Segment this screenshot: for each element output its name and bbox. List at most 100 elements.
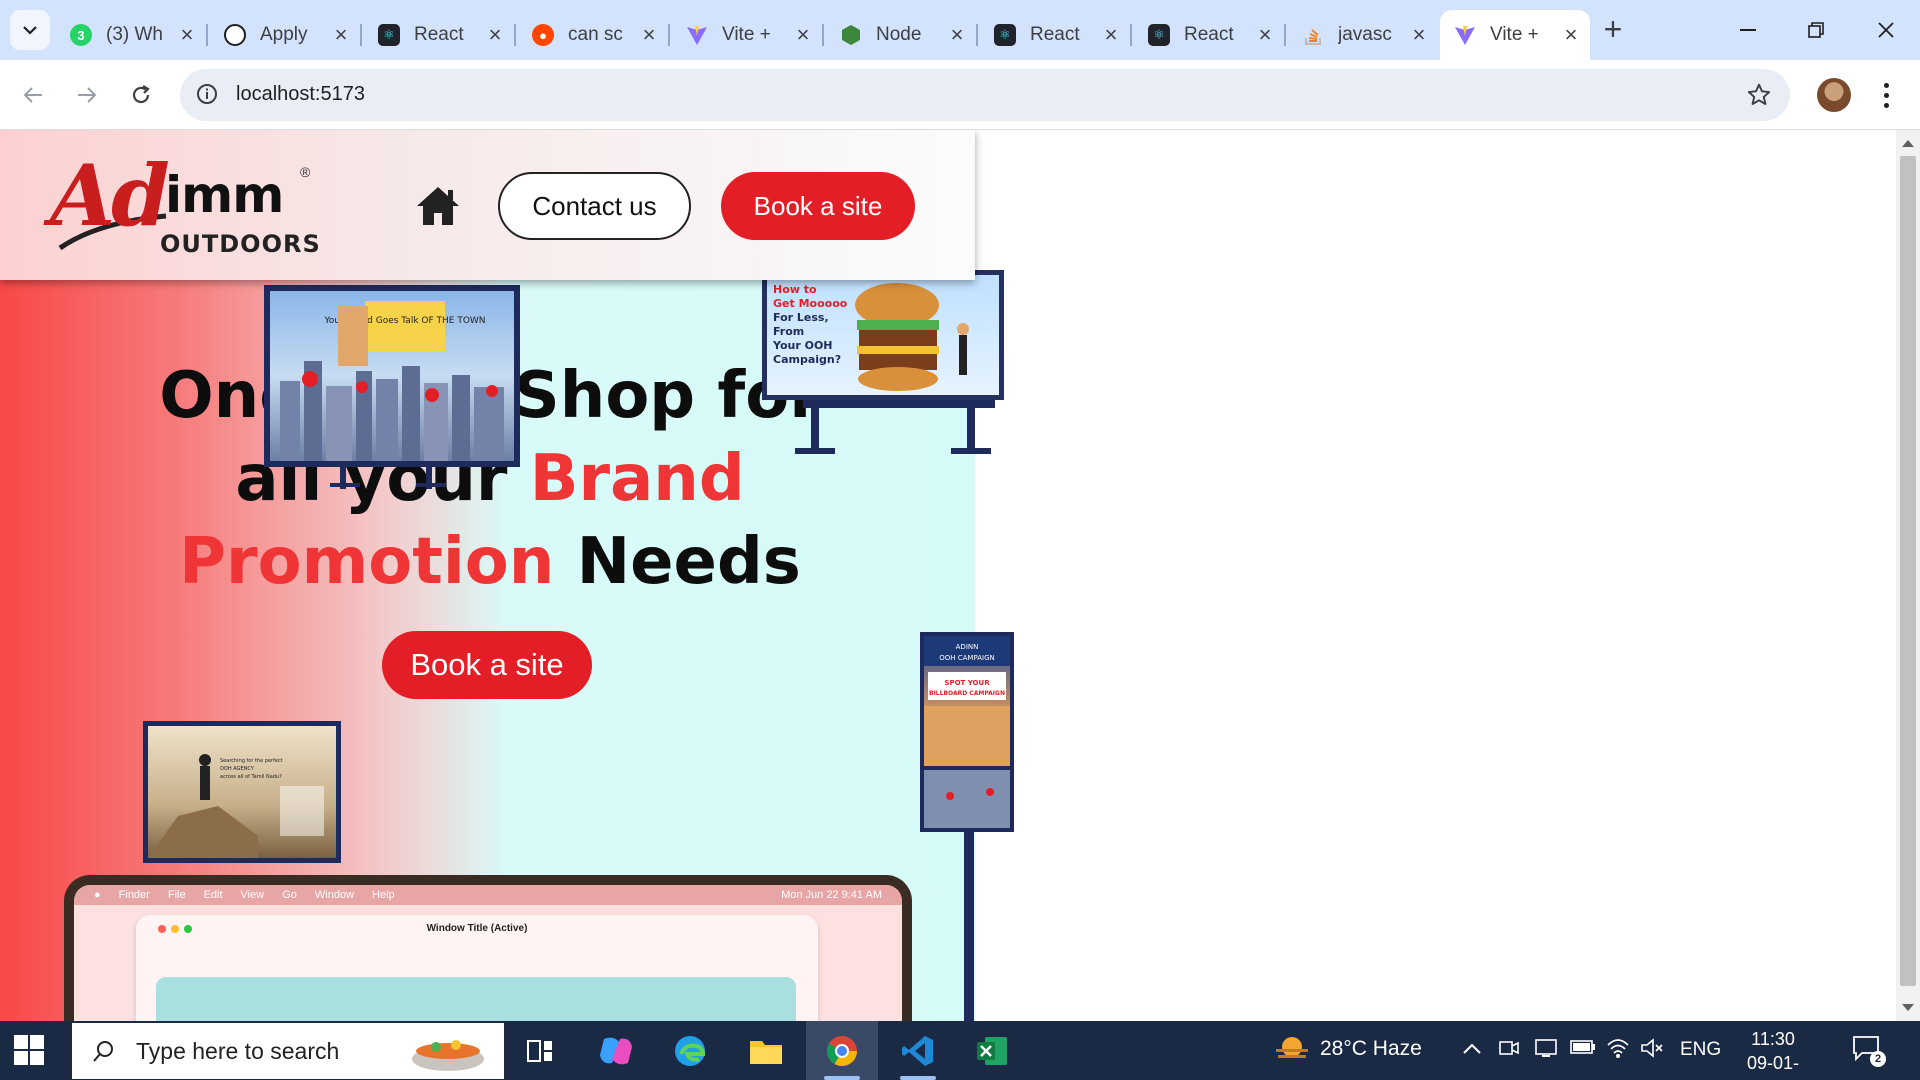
minimize-icon [1740, 29, 1756, 31]
windows-taskbar: Type here to search 28°C Haze ENG 11:30 … [0, 1021, 1920, 1080]
file-explorer-icon[interactable] [746, 1031, 786, 1071]
svg-text:BILLBOARD CAMPAIGN: BILLBOARD CAMPAIGN [929, 690, 1005, 697]
display-icon[interactable] [1534, 1037, 1558, 1065]
tab-label: React [1030, 24, 1080, 45]
search-icon [93, 1041, 113, 1062]
minimize-button[interactable] [1718, 8, 1778, 52]
tab-node[interactable]: Node × [826, 10, 978, 60]
adinn-logo[interactable]: Ad imm ® OUTDOORS [50, 146, 320, 262]
browser-menu-button[interactable] [1874, 78, 1898, 112]
close-tab-icon[interactable]: × [638, 24, 660, 46]
tab-label: Vite + [1490, 24, 1539, 45]
edge-icon[interactable] [670, 1031, 710, 1071]
reddit-icon: ● [532, 24, 554, 46]
copilot-icon[interactable] [596, 1031, 636, 1071]
scroll-down-arrow-icon[interactable] [1902, 1004, 1914, 1011]
tab-label: Apply [260, 24, 308, 45]
mock-app-window: Window Title (Active) [136, 915, 818, 1021]
close-tab-icon[interactable]: × [1560, 24, 1582, 46]
close-tab-icon[interactable]: × [484, 24, 506, 46]
arrow-left-icon [23, 87, 42, 103]
notification-center-icon[interactable]: 2 [1852, 1035, 1886, 1067]
react-icon: ⚛ [378, 24, 400, 46]
chrome-icon[interactable] [822, 1031, 862, 1071]
weather-widget[interactable]: 28°C Haze [1274, 1035, 1422, 1063]
tab-stackoverflow[interactable]: javasc × [1288, 10, 1438, 60]
taskbar-search[interactable]: Type here to search [72, 1023, 504, 1079]
billboard-city: Your brand Goes Talk OF THE TOWN [264, 285, 520, 467]
restore-button[interactable] [1786, 8, 1846, 52]
scroll-up-arrow-icon[interactable] [1902, 140, 1914, 147]
billboard-explorer: Searching for the perfect OOH AGENCY acr… [143, 721, 341, 863]
reload-button[interactable] [122, 76, 160, 114]
tab-label: (3) Wh [106, 24, 163, 45]
scrollbar-thumb[interactable] [1900, 156, 1916, 986]
volume-muted-icon[interactable] [1640, 1037, 1664, 1065]
close-tab-icon[interactable]: × [1254, 24, 1276, 46]
close-window-button[interactable] [1856, 8, 1916, 52]
vscode-icon[interactable] [898, 1031, 938, 1071]
close-tab-icon[interactable]: × [1100, 24, 1122, 46]
site-header: Ad imm ® OUTDOORS Contact us Book a site [0, 130, 975, 280]
food-bowl-icon [412, 1040, 484, 1071]
new-tab-button[interactable]: + [1596, 13, 1630, 48]
site-info-icon[interactable] [196, 83, 218, 105]
address-bar[interactable]: localhost:5173 [180, 69, 1790, 121]
close-tab-icon[interactable]: × [1408, 24, 1430, 46]
reload-icon [132, 85, 150, 104]
battery-icon[interactable] [1570, 1039, 1596, 1061]
apple-icon: ● [94, 889, 101, 901]
arrow-right-icon [78, 87, 97, 103]
svg-text:OOH CAMPAIGN: OOH CAMPAIGN [939, 654, 995, 662]
tab-label: Vite + [722, 24, 771, 45]
tab-vite-1[interactable]: Vite + × [672, 10, 824, 60]
windows-start-icon[interactable] [14, 1035, 44, 1065]
system-clock[interactable]: 11:30 09-01-2025 [1730, 1027, 1816, 1080]
tab-react-3[interactable]: ⚛ React × [1134, 10, 1286, 60]
svg-text:For Less,: For Less, [773, 311, 829, 324]
excel-icon[interactable] [972, 1031, 1012, 1071]
page-scrollbar[interactable] [1896, 130, 1920, 1021]
svg-text:From: From [773, 325, 804, 338]
browser-toolbar: localhost:5173 [0, 60, 1920, 130]
mock-illustration [156, 977, 796, 1021]
contact-us-button[interactable]: Contact us [498, 172, 691, 240]
task-view-icon[interactable] [520, 1031, 560, 1071]
home-icon[interactable] [415, 185, 461, 227]
back-button[interactable] [14, 76, 52, 114]
svg-text:Campaign?: Campaign? [773, 353, 841, 366]
close-tab-icon[interactable]: × [330, 24, 352, 46]
close-tab-icon[interactable]: × [176, 24, 198, 46]
tab-vite-active[interactable]: Vite + × [1440, 10, 1590, 60]
close-tab-icon[interactable]: × [792, 24, 814, 46]
svg-text:ADINN: ADINN [956, 643, 979, 651]
tab-whatsapp[interactable]: 3 (3) Wh × [56, 10, 208, 60]
meet-now-icon[interactable] [1498, 1037, 1520, 1065]
svg-text:OOH AGENCY: OOH AGENCY [220, 766, 255, 772]
tab-react-1[interactable]: ⚛ React × [364, 10, 516, 60]
book-a-site-header-button[interactable]: Book a site [721, 172, 915, 240]
react-icon: ⚛ [1148, 24, 1170, 46]
tab-search-button[interactable] [10, 10, 50, 50]
tab-react-2[interactable]: ⚛ React × [980, 10, 1132, 60]
restore-icon [1808, 22, 1824, 38]
tab-reddit[interactable]: ● can sc × [518, 10, 670, 60]
vite-icon [1454, 24, 1476, 46]
url-text: localhost:5173 [236, 83, 365, 105]
hero-section: Ad imm ® OUTDOORS Contact us Book a site… [0, 130, 1014, 1021]
language-indicator[interactable]: ENG [1680, 1039, 1721, 1061]
bookmark-star-icon[interactable] [1746, 82, 1772, 108]
book-a-site-hero-button[interactable]: Book a site [382, 631, 592, 699]
tab-label: javasc [1338, 24, 1392, 45]
campaign-ad-image: ADINN OOH CAMPAIGN SPOT YOUR BILLBOARD C… [924, 636, 1010, 828]
chevron-down-icon [23, 26, 37, 35]
forward-button[interactable] [68, 76, 106, 114]
close-tab-icon[interactable]: × [946, 24, 968, 46]
profile-avatar[interactable] [1817, 78, 1851, 112]
vite-icon [686, 24, 708, 46]
tab-apply[interactable]: Apply × [210, 10, 362, 60]
show-hidden-icons-chevron-icon[interactable] [1462, 1039, 1482, 1061]
wifi-icon[interactable] [1606, 1037, 1630, 1065]
openai-icon [224, 24, 246, 46]
stackoverflow-icon [1302, 24, 1324, 46]
